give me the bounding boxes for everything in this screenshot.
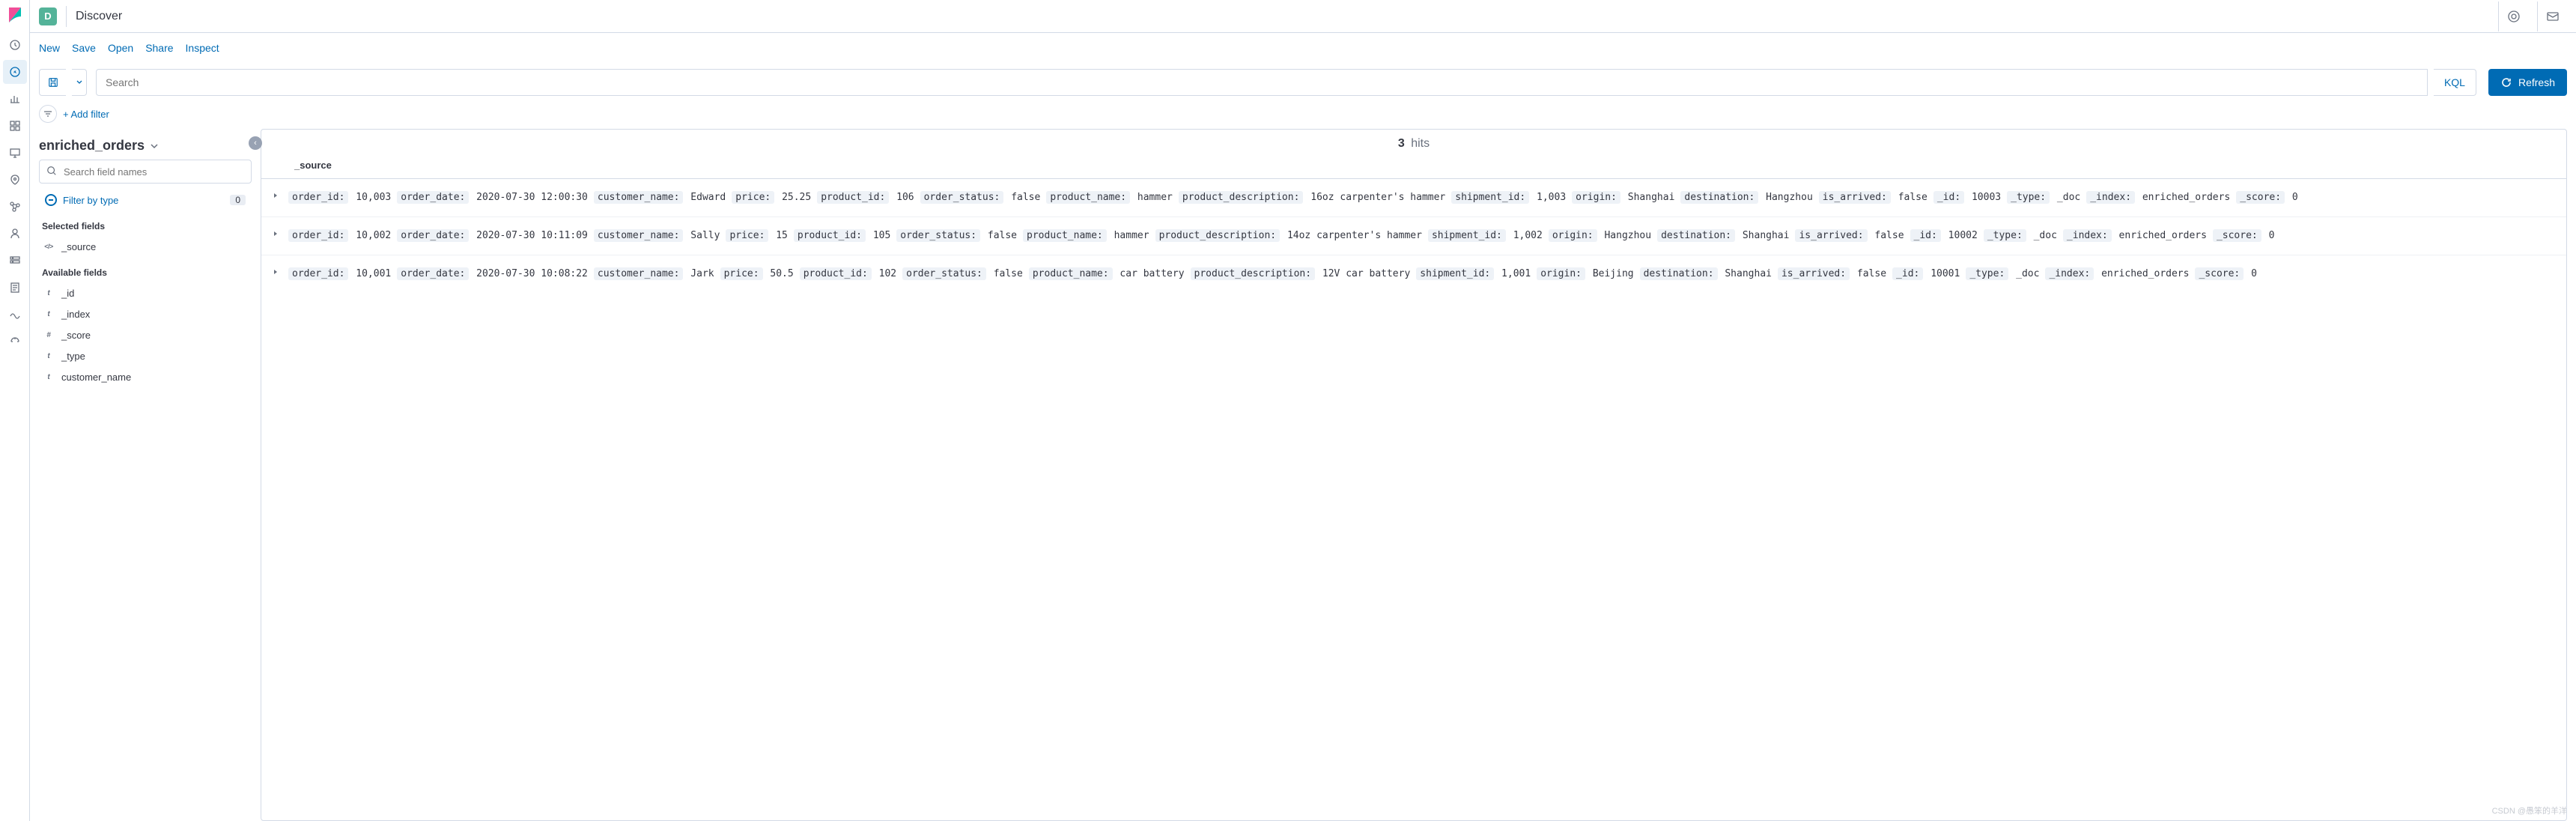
rail-canvas-icon[interactable] — [3, 141, 27, 165]
rail-graph-icon[interactable] — [3, 195, 27, 219]
filter-bar: + Add filter — [30, 102, 2576, 129]
results-panel: 3 hits _source order_id: 10,003order_dat… — [261, 129, 2567, 821]
kibana-logo-icon[interactable] — [6, 6, 24, 24]
nav-rail — [0, 0, 30, 821]
field-item[interactable]: t _index — [39, 303, 252, 324]
watermark: CSDN @愚笨的羊洋 — [2492, 805, 2567, 817]
kql-toggle[interactable]: KQL — [2434, 69, 2476, 96]
filter-count-badge: 0 — [230, 195, 246, 205]
search-input[interactable] — [96, 69, 2428, 96]
refresh-button[interactable]: Refresh — [2488, 69, 2567, 96]
nav-open[interactable]: Open — [108, 42, 133, 54]
field-type-icon: </> — [42, 240, 55, 252]
filter-by-type[interactable]: Filter by type 0 — [39, 190, 252, 210]
rail-dashboard-icon[interactable] — [3, 114, 27, 138]
expand-row-icon[interactable] — [272, 264, 281, 278]
rail-infra-icon[interactable] — [3, 249, 27, 273]
search-icon — [46, 166, 57, 178]
nav-new[interactable]: New — [39, 42, 60, 54]
field-type-icon: t — [42, 350, 55, 362]
field-item[interactable]: t _type — [39, 345, 252, 366]
column-header-source[interactable]: _source — [261, 155, 2566, 179]
field-type-icon: t — [42, 287, 55, 299]
field-name: _score — [61, 330, 91, 341]
field-search — [39, 160, 252, 184]
hits-count: 3 — [1398, 137, 1405, 150]
rail-visualize-icon[interactable] — [3, 87, 27, 111]
newsfeed-icon[interactable] — [2537, 1, 2567, 31]
table-row: order_id: 10,003order_date: 2020-07-30 1… — [261, 179, 2566, 217]
collapse-sidebar-icon[interactable]: ‹ — [249, 136, 262, 150]
available-fields-title: Available fields — [39, 257, 252, 282]
rail-apm-icon[interactable] — [3, 303, 27, 327]
field-sidebar: ‹ enriched_orders Filter by type 0 Sel — [39, 129, 261, 821]
doc-source: order_id: 10,003order_date: 2020-07-30 1… — [288, 188, 2304, 207]
add-filter-button[interactable]: + Add filter — [63, 109, 109, 120]
divider — [66, 6, 67, 27]
refresh-icon — [2500, 76, 2512, 88]
rail-recent-icon[interactable] — [3, 33, 27, 57]
table-row: order_id: 10,001order_date: 2020-07-30 1… — [261, 255, 2566, 293]
query-bar: KQL Refresh — [30, 63, 2576, 102]
field-name: _source — [61, 241, 96, 252]
filter-type-icon — [45, 194, 57, 206]
saved-query-dropdown[interactable] — [72, 69, 87, 96]
table-row: order_id: 10,002order_date: 2020-07-30 1… — [261, 217, 2566, 255]
chevron-down-icon — [149, 141, 160, 151]
field-type-icon: t — [42, 308, 55, 320]
rail-logs-icon[interactable] — [3, 276, 27, 300]
index-pattern-name: enriched_orders — [39, 138, 145, 154]
app-badge: D — [39, 7, 57, 25]
rail-maps-icon[interactable] — [3, 168, 27, 192]
top-nav: New Save Open Share Inspect — [30, 33, 2576, 63]
hits-header: 3 hits — [261, 130, 2566, 155]
expand-row-icon[interactable] — [272, 188, 281, 202]
field-name: _index — [61, 309, 90, 320]
filter-by-type-label: Filter by type — [63, 195, 118, 206]
saved-query-button[interactable] — [39, 69, 66, 96]
expand-row-icon[interactable] — [272, 226, 281, 240]
field-item[interactable]: t _id — [39, 282, 252, 303]
index-pattern-selector[interactable]: enriched_orders — [39, 129, 252, 160]
nav-share[interactable]: Share — [145, 42, 173, 54]
field-name: customer_name — [61, 372, 131, 383]
hits-label: hits — [1411, 137, 1430, 150]
field-item[interactable]: t customer_name — [39, 366, 252, 387]
nav-save[interactable]: Save — [72, 42, 96, 54]
field-type-icon: # — [42, 329, 55, 341]
filter-options-icon[interactable] — [39, 105, 57, 123]
rail-discover-icon[interactable] — [3, 60, 27, 84]
app-header: D Discover — [30, 0, 2576, 33]
rail-uptime-icon[interactable] — [3, 330, 27, 354]
field-name: _id — [61, 288, 74, 299]
field-search-input[interactable] — [39, 160, 252, 184]
rail-ml-icon[interactable] — [3, 222, 27, 246]
field-type-icon: t — [42, 371, 55, 383]
field-name: _type — [61, 351, 85, 362]
field-item[interactable]: # _score — [39, 324, 252, 345]
page-title: Discover — [76, 10, 122, 23]
field-item[interactable]: </> _source — [39, 236, 252, 257]
help-icon[interactable] — [2498, 1, 2528, 31]
doc-source: order_id: 10,002order_date: 2020-07-30 1… — [288, 226, 2280, 246]
selected-fields-title: Selected fields — [39, 210, 252, 236]
refresh-label: Refresh — [2518, 76, 2555, 88]
doc-source: order_id: 10,001order_date: 2020-07-30 1… — [288, 264, 2263, 284]
nav-inspect[interactable]: Inspect — [186, 42, 219, 54]
